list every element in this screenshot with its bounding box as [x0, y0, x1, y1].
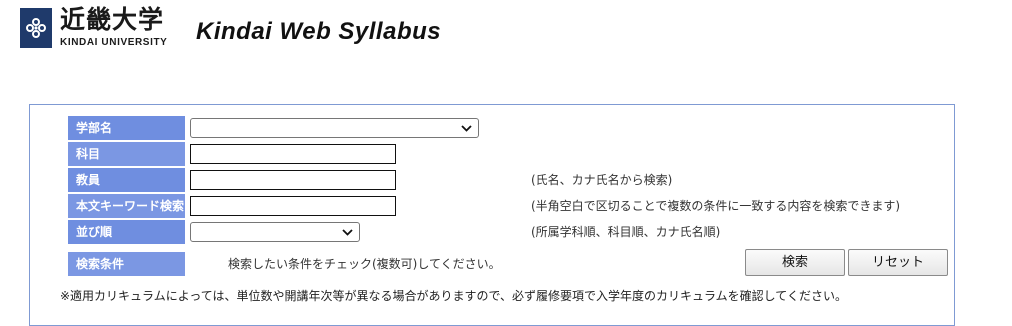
university-emblem-icon — [26, 18, 46, 38]
university-logo[interactable]: 近畿大学 KINDAI UNIVERSITY — [60, 5, 168, 49]
keyword-hint: (半角空白で区切ることで複数の条件に一致する内容を検索できます) — [531, 199, 901, 213]
site-title: Kindai Web Syllabus — [196, 18, 442, 45]
faculty-label: 学部名 — [68, 116, 185, 140]
search-panel: 学部名 科目 教員 (氏名、カナ氏名から検索) 本文キーワード検索 (半角空白で… — [29, 104, 955, 326]
search-button[interactable]: 検索 — [745, 249, 845, 276]
reset-button[interactable]: リセット — [848, 249, 948, 276]
sort-label: 並び順 — [68, 220, 185, 244]
logo-japanese: 近畿大学 — [60, 5, 165, 34]
sort-hint: (所属学科順、科目順、カナ氏名順) — [531, 225, 721, 239]
keyword-row: 本文キーワード検索 (半角空白で区切ることで複数の条件に一致する内容を検索できま… — [68, 194, 948, 218]
sort-row: 並び順 (所属学科順、科目順、カナ氏名順) — [68, 220, 948, 244]
curriculum-note: ※適用カリキュラムによっては、単位数や開講年次等が異なる場合がありますので、必ず… — [60, 289, 847, 303]
logo-emblem — [20, 8, 52, 48]
logo-english: KINDAI UNIVERSITY — [60, 37, 168, 48]
subject-row: 科目 — [68, 142, 468, 166]
chevron-down-icon — [342, 223, 353, 246]
sort-select[interactable] — [190, 222, 360, 242]
teacher-label: 教員 — [68, 168, 185, 192]
subject-input[interactable] — [190, 144, 396, 164]
conditions-row: 検索条件 検索したい条件をチェック(複数可)してください。 — [68, 252, 668, 276]
keyword-input[interactable] — [190, 196, 396, 216]
faculty-select[interactable] — [190, 118, 479, 138]
teacher-row: 教員 (氏名、カナ氏名から検索) — [68, 168, 948, 192]
keyword-label: 本文キーワード検索 — [68, 194, 185, 218]
chevron-down-icon — [461, 119, 472, 142]
teacher-input[interactable] — [190, 170, 396, 190]
faculty-row: 学部名 — [68, 116, 528, 140]
teacher-hint: (氏名、カナ氏名から検索) — [531, 173, 673, 187]
conditions-text: 検索したい条件をチェック(複数可)してください。 — [228, 257, 501, 271]
subject-label: 科目 — [68, 142, 185, 166]
conditions-label: 検索条件 — [68, 252, 185, 276]
